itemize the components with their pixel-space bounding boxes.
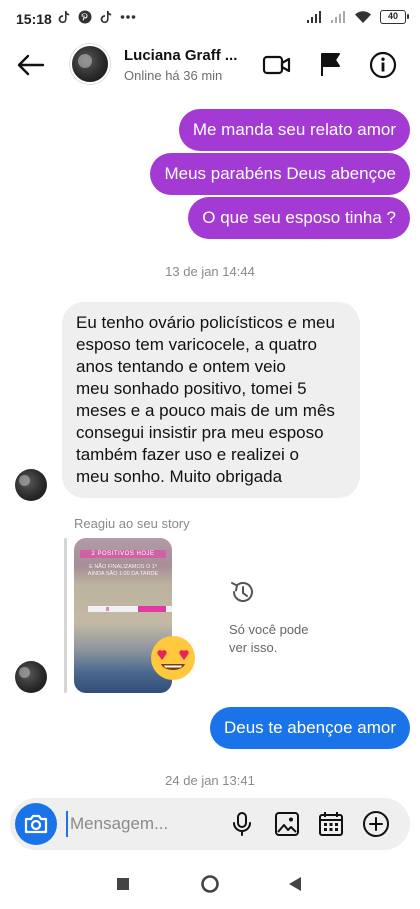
recents-button[interactable] bbox=[113, 874, 133, 894]
system-icons: 40 bbox=[306, 10, 409, 24]
message-line: meu sonhado positivo, tomei 5 bbox=[76, 379, 307, 398]
message-line: também fazer uso e realizei o bbox=[76, 445, 299, 464]
message-composer bbox=[10, 798, 410, 850]
contact-name[interactable]: Luciana Graff ... bbox=[124, 47, 237, 64]
report-button[interactable] bbox=[314, 50, 346, 80]
date-separator: 13 de jan 14:44 bbox=[165, 264, 255, 279]
story-quote-bar bbox=[64, 538, 67, 693]
contact-avatar[interactable] bbox=[70, 44, 110, 84]
story-reaction-caption: Reagiu ao seu story bbox=[74, 516, 190, 531]
message-bubble-sent[interactable]: Me manda seu relato amor bbox=[178, 109, 410, 151]
pregnancy-test-strip bbox=[88, 606, 172, 612]
message-line: esposo tem varicocele, a quatro bbox=[76, 335, 317, 354]
status-bar: 15:18 40 bbox=[0, 0, 420, 40]
tiktok-icon bbox=[100, 11, 112, 24]
add-circle-icon bbox=[363, 811, 389, 837]
microphone-icon bbox=[233, 812, 251, 836]
calendar-icon bbox=[319, 812, 343, 836]
message-bubble-sent[interactable]: O que seu esposo tinha ? bbox=[188, 197, 410, 239]
tiktok-icon bbox=[58, 11, 70, 24]
back-nav-button[interactable] bbox=[285, 874, 305, 894]
chat-header: Luciana Graff ... Online há 36 min bbox=[0, 40, 420, 92]
add-attachment-button[interactable] bbox=[361, 809, 391, 839]
story-expired-icon bbox=[231, 582, 253, 602]
voice-message-button[interactable] bbox=[227, 809, 257, 839]
message-line: meu sonho. Muito obrigada bbox=[76, 467, 283, 486]
system-nav-bar bbox=[0, 858, 420, 909]
flag-icon bbox=[321, 53, 340, 76]
schedule-button[interactable] bbox=[316, 809, 346, 839]
video-call-icon bbox=[262, 55, 291, 75]
sender-avatar[interactable] bbox=[15, 661, 47, 693]
info-icon bbox=[369, 51, 397, 79]
wifi-icon bbox=[355, 11, 371, 23]
gallery-icon bbox=[275, 812, 299, 836]
story-text-line: E NÃO FINALIZAMOS O 1º bbox=[89, 564, 157, 570]
status-time: 15:18 bbox=[16, 11, 52, 27]
contact-status: Online há 36 min bbox=[124, 68, 223, 83]
notification-icons bbox=[58, 10, 136, 24]
back-arrow-icon bbox=[17, 54, 45, 76]
gallery-button[interactable] bbox=[272, 809, 302, 839]
pinterest-icon bbox=[78, 10, 92, 24]
back-button[interactable] bbox=[14, 50, 48, 80]
message-line: anos tentando e ontem veio bbox=[76, 357, 286, 376]
back-triangle-icon bbox=[289, 877, 301, 891]
home-button[interactable] bbox=[200, 874, 220, 894]
camera-icon bbox=[24, 814, 48, 834]
battery-icon: 40 bbox=[380, 10, 409, 24]
story-header-text: 2 POSITIVOS HOJE bbox=[80, 550, 166, 558]
info-button[interactable] bbox=[367, 50, 399, 80]
message-line: Eu tenho ovário policísticos e meu bbox=[76, 313, 335, 332]
video-call-button[interactable] bbox=[261, 50, 293, 80]
heart-eyes-emoji bbox=[151, 636, 195, 680]
recents-square-icon bbox=[117, 878, 129, 890]
camera-button[interactable] bbox=[15, 803, 57, 845]
more-dots-icon bbox=[120, 15, 136, 19]
message-line: consegui insistir pra meu esposo bbox=[76, 423, 324, 442]
message-bubble-sent[interactable]: Meus parabéns Deus abençoe bbox=[150, 153, 410, 195]
message-bubble-sent[interactable]: Deus te abençoe amor bbox=[210, 707, 410, 749]
message-input[interactable] bbox=[66, 811, 226, 837]
signal-icon bbox=[307, 11, 321, 23]
signal-empty-icon bbox=[331, 11, 345, 23]
story-visibility-note: Só você pode ver isso. bbox=[229, 622, 309, 655]
message-line: meses e a pouco mais de um mês bbox=[76, 401, 335, 420]
story-text-line: AINDA SÃO 1:00 DA TARDE bbox=[87, 571, 159, 577]
home-circle-icon bbox=[201, 875, 219, 893]
date-separator: 24 de jan 13:41 bbox=[165, 773, 255, 788]
sender-avatar[interactable] bbox=[15, 469, 47, 501]
message-bubble-received[interactable]: Eu tenho ovário policísticos e meu espos… bbox=[62, 302, 360, 498]
